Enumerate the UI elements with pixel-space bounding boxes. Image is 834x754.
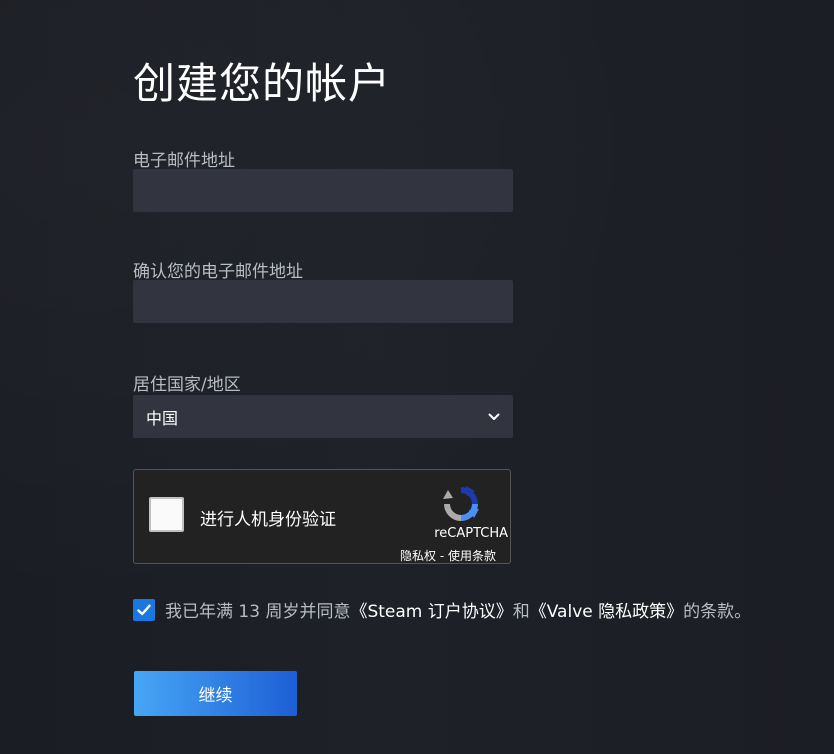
recaptcha-logo-icon [439,482,483,526]
page-title: 创建您的帐户 [133,59,392,108]
agreement-checkbox[interactable] [133,598,155,621]
continue-button[interactable]: 继续 [134,671,297,716]
chevron-down-icon [488,413,500,421]
recaptcha-links: 隐私权 - 使用条款 [400,547,496,564]
email-label: 电子邮件地址 [133,151,235,171]
confirm-email-label: 确认您的电子邮件地址 [133,262,303,282]
agreement-row: 我已年满 13 周岁并同意 《Steam 订户协议》 和 《Valve 隐私政策… [133,597,751,622]
confirm-email-field[interactable] [133,280,513,323]
recaptcha-terms-link[interactable]: 使用条款 [448,549,496,563]
agreement-text-before: 我已年满 13 周岁并同意 [165,602,351,622]
recaptcha-link-separator: - [436,549,448,563]
recaptcha-widget: 进行人机身份验证 reCAPTCHA 隐私权 - 使用条款 [133,469,511,564]
agreement-text-middle: 和 [512,602,530,622]
valve-privacy-policy-link[interactable]: 《Valve 隐私政策》 [530,597,683,622]
agreement-text-after: 的条款。 [683,602,752,622]
steam-subscriber-agreement-link[interactable]: 《Steam 订户协议》 [350,597,512,622]
recaptcha-privacy-link[interactable]: 隐私权 [400,549,436,563]
captcha-checkbox[interactable] [149,497,184,532]
email-field[interactable] [133,169,513,212]
captcha-label: 进行人机身份验证 [200,510,336,530]
create-account-page: 创建您的帐户 电子邮件地址 确认您的电子邮件地址 居住国家/地区 中国 进行人机… [0,0,834,754]
recaptcha-brand: reCAPTCHA [434,526,508,541]
country-selected-value: 中国 [146,408,179,428]
country-label: 居住国家/地区 [133,375,241,395]
check-icon [137,604,151,615]
country-select[interactable]: 中国 [133,395,513,438]
